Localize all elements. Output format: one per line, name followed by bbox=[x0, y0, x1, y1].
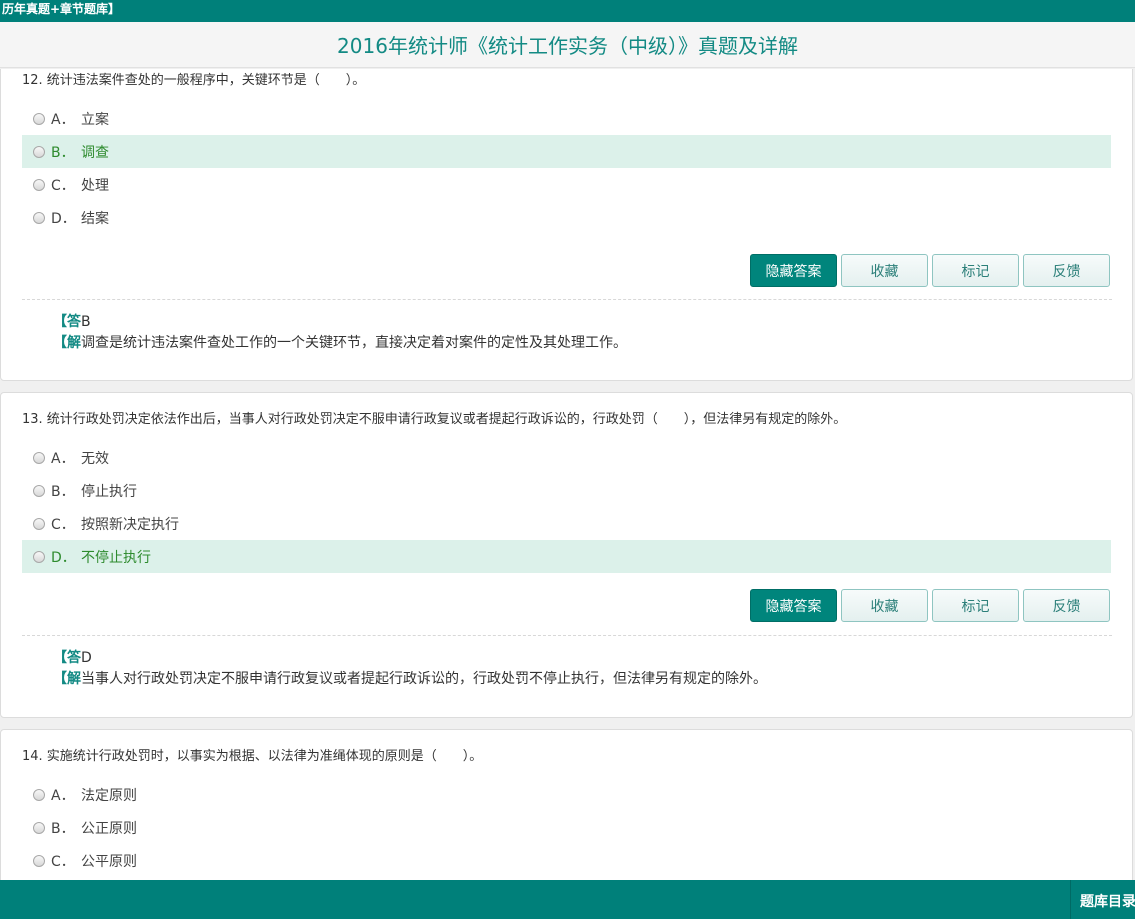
option-d[interactable]: D． 结案 bbox=[22, 201, 1111, 234]
top-bar: 历年真题+章节题库】 bbox=[0, 0, 1135, 22]
option-a[interactable]: A． 法定原则 bbox=[22, 778, 1111, 811]
option-letter: B． bbox=[51, 144, 75, 161]
catalog-button[interactable]: 题库目录 bbox=[1080, 891, 1135, 911]
option-c[interactable]: C． 公平原则 bbox=[22, 844, 1111, 877]
option-letter: A． bbox=[51, 450, 75, 467]
title-bar: 2016年统计师《统计工作实务（中级）》真题及详解 bbox=[0, 22, 1135, 68]
hide-answer-button[interactable]: 隐藏答案 bbox=[750, 254, 837, 287]
option-b[interactable]: B． 调查 bbox=[22, 135, 1111, 168]
explanation-text: 当事人对行政处罚决定不服申请行政复议或者提起行政诉讼的，行政处罚不停止执行，但法… bbox=[81, 671, 767, 687]
favorite-button[interactable]: 收藏 bbox=[841, 589, 928, 622]
radio-button[interactable] bbox=[33, 145, 45, 158]
radio-button[interactable] bbox=[33, 484, 45, 497]
option-c[interactable]: C． 按照新决定执行 bbox=[22, 507, 1111, 540]
explanation-label: 【解 bbox=[53, 335, 81, 351]
radio-button[interactable] bbox=[33, 854, 45, 867]
answer-label: 【答 bbox=[53, 314, 81, 330]
option-letter: C． bbox=[51, 516, 75, 533]
question-card-12: 12. 统计违法案件查处的一般程序中，关键环节是（ ）。 A． 立案 B． 调查… bbox=[0, 69, 1133, 381]
mark-button[interactable]: 标记 bbox=[932, 589, 1019, 622]
option-text: 法定原则 bbox=[81, 787, 137, 804]
mark-button[interactable]: 标记 bbox=[932, 254, 1019, 287]
radio-button[interactable] bbox=[33, 550, 45, 563]
question-card-14: 14. 实施统计行政处罚时，以事实为根据、以法律为准绳体现的原则是（ ）。 A．… bbox=[0, 729, 1133, 880]
option-text: 调查 bbox=[81, 144, 109, 161]
option-c[interactable]: C． 处理 bbox=[22, 168, 1111, 201]
divider bbox=[22, 299, 1112, 300]
question-actions: 隐藏答案 收藏 标记 反馈 bbox=[746, 254, 1110, 287]
feedback-button[interactable]: 反馈 bbox=[1023, 254, 1110, 287]
page-title: 2016年统计师《统计工作实务（中级）》真题及详解 bbox=[337, 34, 798, 58]
option-text: 公正原则 bbox=[81, 820, 137, 837]
radio-button[interactable] bbox=[33, 211, 45, 224]
option-d[interactable]: D． 不停止执行 bbox=[22, 540, 1111, 573]
option-letter: D． bbox=[51, 210, 76, 227]
radio-button[interactable] bbox=[33, 178, 45, 191]
option-letter: B． bbox=[51, 483, 75, 500]
option-text: 立案 bbox=[81, 111, 109, 128]
explanation-text: 调查是统计违法案件查处工作的一个关键环节，直接决定着对案件的定性及其处理工作。 bbox=[81, 335, 627, 351]
radio-button[interactable] bbox=[33, 788, 45, 801]
option-text: 无效 bbox=[81, 450, 109, 467]
feedback-button[interactable]: 反馈 bbox=[1023, 589, 1110, 622]
option-letter: A． bbox=[51, 787, 75, 804]
option-letter: C． bbox=[51, 853, 75, 870]
option-text: 公平原则 bbox=[81, 853, 137, 870]
option-a[interactable]: A． 无效 bbox=[22, 441, 1111, 474]
question-actions: 隐藏答案 收藏 标记 反馈 bbox=[746, 589, 1110, 622]
question-card-13: 13. 统计行政处罚决定依法作出后，当事人对行政处罚决定不服申请行政复议或者提起… bbox=[0, 392, 1133, 718]
radio-button[interactable] bbox=[33, 517, 45, 530]
explanation-label: 【解 bbox=[53, 671, 81, 687]
option-text: 按照新决定执行 bbox=[81, 516, 179, 533]
option-b[interactable]: B． 停止执行 bbox=[22, 474, 1111, 507]
answer-line: 【答B bbox=[53, 313, 91, 331]
option-b[interactable]: B． 公正原则 bbox=[22, 811, 1111, 844]
radio-button[interactable] bbox=[33, 451, 45, 464]
hide-answer-button[interactable]: 隐藏答案 bbox=[750, 589, 837, 622]
question-text: 14. 实施统计行政处罚时，以事实为根据、以法律为准绳体现的原则是（ ）。 bbox=[22, 749, 483, 764]
radio-button[interactable] bbox=[33, 112, 45, 125]
bottom-bar-divider bbox=[1070, 880, 1071, 919]
bottom-bar: 题库目录 bbox=[0, 880, 1135, 919]
question-text: 12. 统计违法案件查处的一般程序中，关键环节是（ ）。 bbox=[22, 73, 366, 88]
option-text: 停止执行 bbox=[81, 483, 137, 500]
answer-line: 【答D bbox=[53, 649, 92, 667]
radio-button[interactable] bbox=[33, 821, 45, 834]
option-text: 不停止执行 bbox=[81, 549, 151, 566]
option-letter: A． bbox=[51, 111, 75, 128]
option-a[interactable]: A． 立案 bbox=[22, 102, 1111, 135]
divider bbox=[22, 635, 1112, 636]
answer-label: 【答 bbox=[53, 650, 81, 666]
favorite-button[interactable]: 收藏 bbox=[841, 254, 928, 287]
answer-value: B bbox=[81, 314, 91, 330]
option-letter: C． bbox=[51, 177, 75, 194]
top-bar-label: 历年真题+章节题库】 bbox=[2, 2, 121, 16]
option-text: 结案 bbox=[81, 210, 109, 227]
answer-value: D bbox=[81, 650, 92, 666]
explanation-line: 【解调查是统计违法案件查处工作的一个关键环节，直接决定着对案件的定性及其处理工作… bbox=[53, 334, 627, 352]
option-letter: B． bbox=[51, 820, 75, 837]
question-text: 13. 统计行政处罚决定依法作出后，当事人对行政处罚决定不服申请行政复议或者提起… bbox=[22, 412, 847, 427]
option-text: 处理 bbox=[81, 177, 109, 194]
question-list: 12. 统计违法案件查处的一般程序中，关键环节是（ ）。 A． 立案 B． 调查… bbox=[0, 69, 1135, 880]
explanation-line: 【解当事人对行政处罚决定不服申请行政复议或者提起行政诉讼的，行政处罚不停止执行，… bbox=[53, 670, 767, 688]
option-letter: D． bbox=[51, 549, 76, 566]
